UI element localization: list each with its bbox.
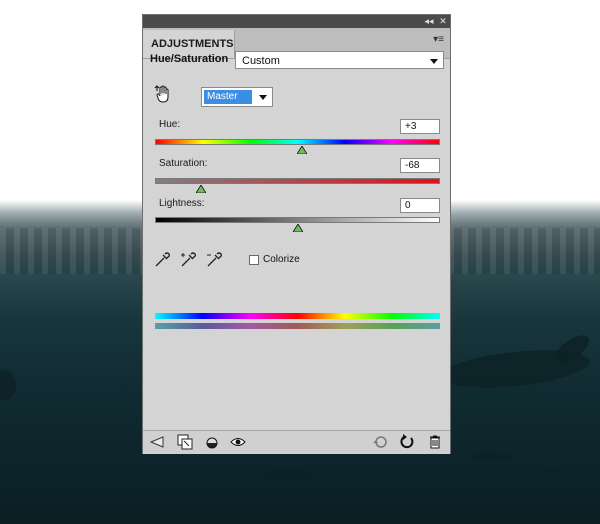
lightness-input[interactable]: 0 <box>400 198 440 213</box>
close-icon[interactable]: ✕ <box>437 15 449 28</box>
panel-titlebar: ◂◂ ✕ <box>143 15 450 28</box>
preset-value: Custom <box>242 55 280 67</box>
lightness-slider-track[interactable] <box>155 217 440 223</box>
colorize-checkbox[interactable] <box>249 255 259 265</box>
panel-menu-icon[interactable]: ▾≡ <box>433 34 444 45</box>
eye-icon[interactable] <box>230 434 246 450</box>
hand-adjust-icon[interactable] <box>154 85 174 105</box>
saturation-slider-track[interactable] <box>155 178 440 184</box>
lightness-slider-thumb[interactable] <box>293 224 303 232</box>
eyedropper-plus-icon[interactable] <box>179 251 197 269</box>
input-spectrum-bar <box>155 313 440 319</box>
collapse-icon[interactable]: ◂◂ <box>423 15 435 28</box>
back-arrow-icon[interactable] <box>149 434 165 450</box>
chevron-down-icon <box>430 59 438 64</box>
eyedropper-minus-icon[interactable] <box>205 251 223 269</box>
adjustments-panel: ◂◂ ✕ ADJUSTMENTS ▾≡ Hue/Saturation Custo… <box>142 14 451 454</box>
fish-silhouette <box>540 470 566 478</box>
colorize-label: Colorize <box>263 254 300 265</box>
reset-icon[interactable] <box>399 434 415 450</box>
saturation-label: Saturation: <box>159 158 208 169</box>
hue-label: Hue: <box>159 119 181 130</box>
trash-icon[interactable] <box>427 434 443 450</box>
view-previous-icon[interactable] <box>372 434 388 450</box>
fish-silhouette <box>470 452 510 462</box>
fish-silhouette <box>260 470 320 482</box>
clip-to-layer-icon[interactable] <box>177 434 193 450</box>
hue-slider-thumb[interactable] <box>297 146 307 154</box>
hue-input[interactable]: +3 <box>400 119 440 134</box>
channel-value: Master <box>204 90 252 104</box>
eyedropper-icon[interactable] <box>153 251 171 269</box>
chevron-down-icon <box>259 95 267 100</box>
panel-bottom-toolbar <box>143 430 450 454</box>
adjustment-title: Hue/Saturation <box>150 53 229 65</box>
saturation-slider-thumb[interactable] <box>196 185 206 193</box>
channel-dropdown[interactable]: Master <box>201 87 273 107</box>
hue-slider-track[interactable] <box>155 139 440 145</box>
visibility-toggle-icon[interactable] <box>204 434 220 450</box>
output-spectrum-bar <box>155 323 440 329</box>
lightness-label: Lightness: <box>159 198 205 209</box>
preset-dropdown[interactable]: Custom <box>235 51 444 69</box>
saturation-input[interactable]: -68 <box>400 158 440 173</box>
